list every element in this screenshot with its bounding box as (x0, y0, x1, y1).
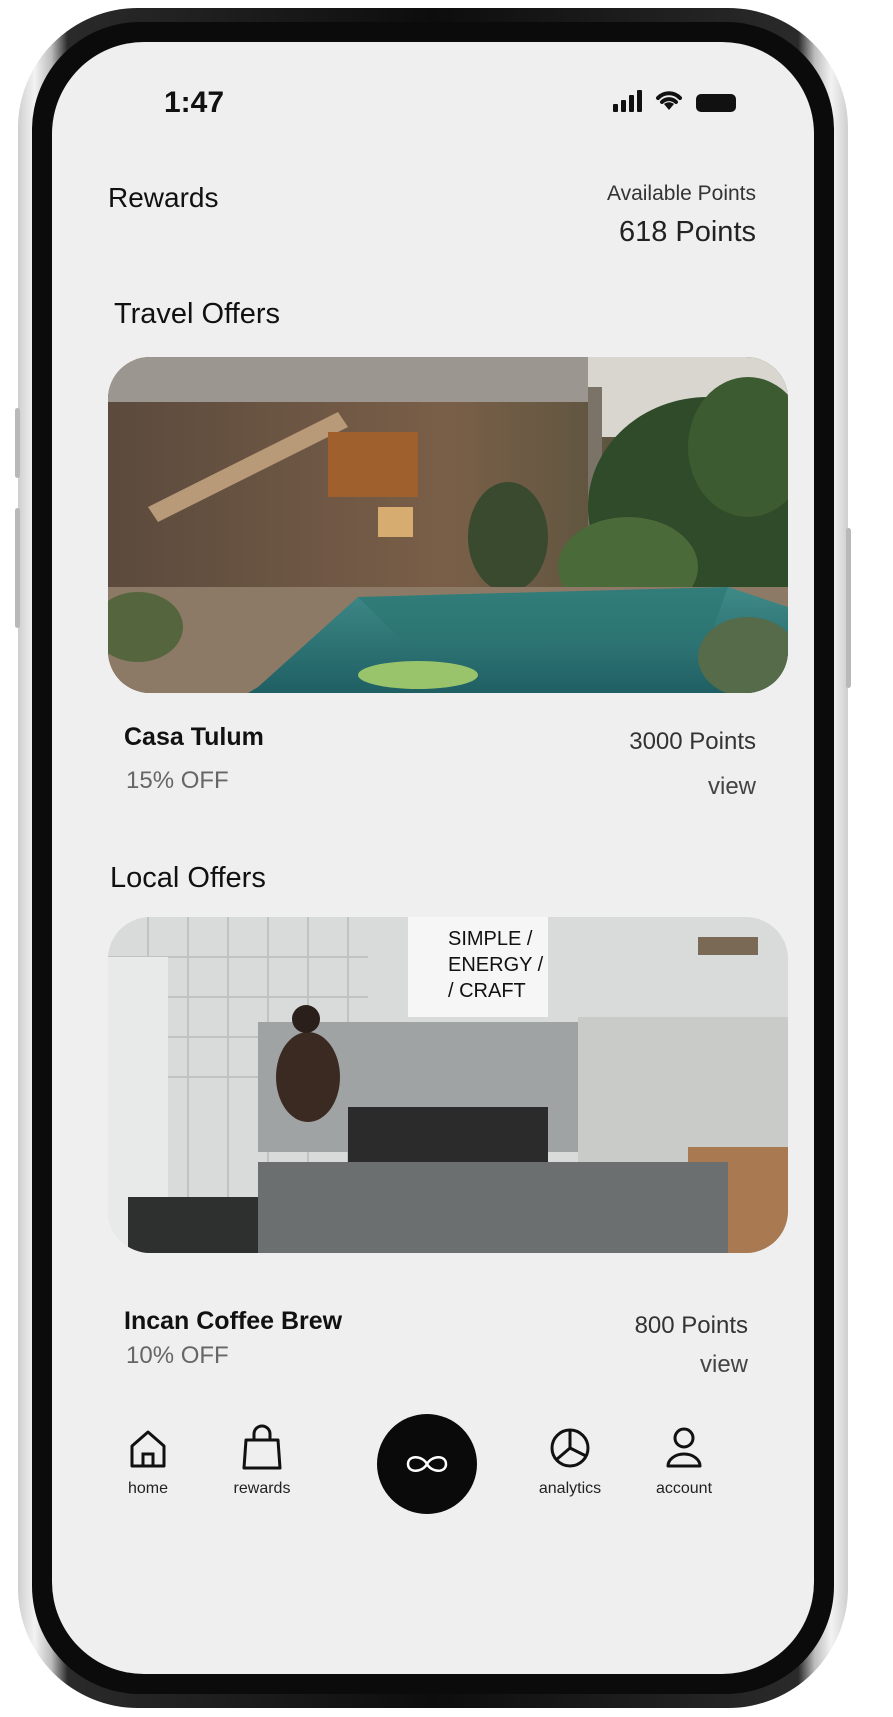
tab-rewards[interactable]: rewards (212, 1422, 312, 1498)
shopping-bag-icon (242, 1424, 282, 1470)
available-points-label: Available Points (606, 182, 756, 205)
local-offer-image[interactable]: SIMPLE / ENERGY / / CRAFT (108, 917, 788, 1253)
signal-bars-icon (613, 90, 642, 112)
center-action-button[interactable] (377, 1414, 477, 1514)
home-icon (130, 1430, 166, 1468)
coffee-bar-photo: SIMPLE / ENERGY / / CRAFT (108, 917, 788, 1253)
wifi-icon (656, 91, 682, 110)
travel-offers-title: Travel Offers (114, 298, 280, 330)
offer-points: 3000 Points (629, 728, 756, 755)
offer-discount: 15% OFF (126, 767, 229, 794)
user-icon (666, 1427, 702, 1468)
status-icons (613, 88, 736, 112)
travel-offer-image[interactable] (108, 357, 788, 693)
offer-discount: 10% OFF (126, 1342, 229, 1369)
tab-label: rewards (233, 1480, 291, 1497)
page-title: Rewards (108, 182, 219, 213)
offer-name: Incan Coffee Brew (124, 1307, 343, 1335)
available-points-value: 618 Points (618, 216, 756, 248)
side-button (15, 408, 20, 478)
sign-line: SIMPLE / (448, 928, 533, 950)
pool-villa-photo (108, 357, 788, 693)
phone-frame: 1:47 Rewards Available Points 618 Points… (15, 8, 851, 1708)
sign-line: / CRAFT (448, 980, 526, 1002)
phone-screen: 1:47 Rewards Available Points 618 Points… (52, 42, 814, 1674)
status-time: 1:47 (164, 86, 225, 119)
offer-points: 800 Points (634, 1312, 748, 1339)
offer-name: Casa Tulum (124, 723, 264, 751)
tab-label: analytics (538, 1480, 602, 1497)
side-button (846, 528, 851, 688)
pie-chart-icon (550, 1428, 590, 1468)
tab-analytics[interactable]: analytics (520, 1422, 620, 1498)
local-offers-title: Local Offers (110, 862, 266, 894)
tab-home[interactable]: home (98, 1422, 198, 1498)
infinity-icon (406, 1456, 448, 1472)
view-offer-link[interactable]: view (700, 1351, 748, 1379)
tab-label: home (127, 1480, 169, 1497)
tab-label: account (655, 1480, 713, 1497)
tab-account[interactable]: account (634, 1422, 734, 1498)
sign-line: ENERGY / (448, 954, 544, 976)
side-button (15, 508, 20, 628)
bottom-tab-bar: home rewards analytics account (52, 1414, 814, 1582)
battery-icon (696, 94, 736, 112)
view-offer-link[interactable]: view (708, 773, 756, 801)
